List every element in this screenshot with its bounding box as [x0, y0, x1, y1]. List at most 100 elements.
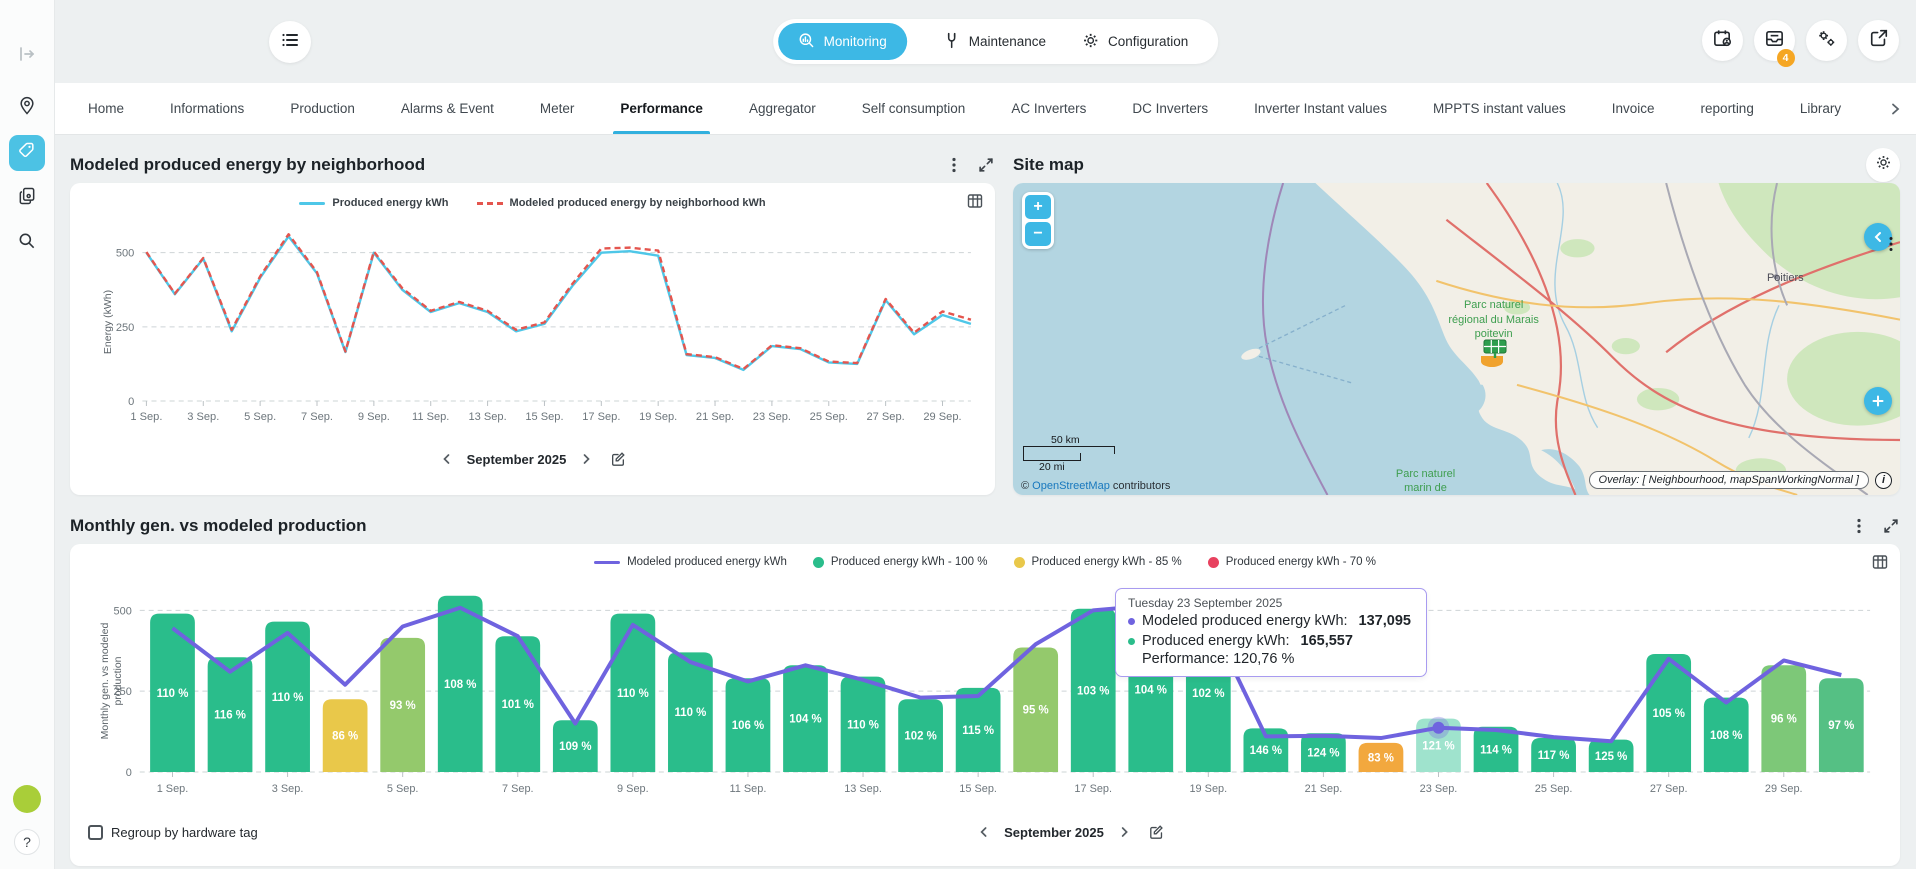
svg-text:27 Sep.: 27 Sep. — [1650, 783, 1688, 795]
tab-monitoring[interactable]: Monitoring — [778, 23, 907, 60]
svg-text:3 Sep.: 3 Sep. — [272, 783, 304, 795]
map-scale-km-label: 50 km — [1051, 434, 1115, 446]
svg-text:25 Sep.: 25 Sep. — [810, 411, 848, 423]
top-header: Monitoring Maintenance Configuration 4 — [55, 0, 1916, 83]
tab-meter[interactable]: Meter — [517, 83, 598, 134]
nav-overflow-chevron[interactable] — [1884, 83, 1906, 134]
sidebar-item-saved[interactable] — [9, 180, 45, 216]
sidebar-item-search[interactable] — [9, 225, 45, 261]
svg-text:19 Sep.: 19 Sep. — [1189, 783, 1227, 795]
svg-text:110 %: 110 % — [847, 719, 879, 731]
svg-text:116 %: 116 % — [214, 710, 246, 722]
legend-produced-label: Produced energy kWh — [332, 197, 448, 209]
tab-aggregator[interactable]: Aggregator — [726, 83, 839, 134]
monthly-ylabel: Monthly gen. vs modeled production — [99, 611, 125, 751]
tab-inverter-instant-values[interactable]: Inverter Instant values — [1231, 83, 1410, 134]
monthly-edit-date-icon[interactable] — [1148, 824, 1164, 840]
monthly-legend: Modeled produced energy kWh Produced ene… — [84, 556, 1886, 568]
svg-text:95 %: 95 % — [1023, 705, 1049, 717]
tooltip-produced-label: Produced energy kWh: — [1142, 632, 1290, 652]
settings-button[interactable] — [1806, 20, 1847, 61]
tab-self-consumption[interactable]: Self consumption — [839, 83, 989, 134]
monthly-next-month-icon[interactable] — [1116, 826, 1132, 838]
tab-reporting[interactable]: reporting — [1678, 83, 1777, 134]
monthly-date-label[interactable]: September 2025 — [1004, 825, 1104, 840]
energy-edit-date-icon[interactable] — [610, 451, 626, 467]
svg-text:1 Sep.: 1 Sep. — [157, 783, 189, 795]
svg-text:115 %: 115 % — [962, 725, 994, 737]
sidebar-item-tags[interactable] — [9, 135, 45, 171]
energy-chart-svg[interactable]: 02505001 Sep.3 Sep.5 Sep.7 Sep.9 Sep.11 … — [94, 209, 981, 439]
chart-tooltip: Tuesday 23 September 2025 Modeled produc… — [1115, 588, 1427, 677]
panel-map: Site map — [1013, 147, 1900, 495]
regroup-checkbox[interactable] — [88, 825, 103, 840]
legend-70-swatch — [1208, 557, 1219, 568]
inbox-badge: 4 — [1777, 49, 1795, 67]
energy-menu-dots-icon[interactable] — [945, 156, 963, 174]
tab-performance[interactable]: Performance — [597, 83, 726, 134]
monthly-menu-dots-icon[interactable] — [1850, 517, 1868, 535]
legend-100-swatch — [813, 557, 824, 568]
energy-next-month-icon[interactable] — [578, 453, 594, 465]
help-button[interactable]: ? — [14, 829, 40, 855]
svg-text:11 Sep.: 11 Sep. — [412, 411, 449, 423]
calendar-button[interactable] — [1702, 20, 1743, 61]
tab-maintenance[interactable]: Maintenance — [943, 32, 1046, 52]
list-button[interactable] — [269, 21, 311, 63]
tag-icon — [17, 141, 37, 166]
svg-text:19 Sep.: 19 Sep. — [639, 411, 677, 423]
energy-prev-month-icon[interactable] — [439, 453, 455, 465]
left-sidebar: ? — [0, 0, 55, 869]
osm-link[interactable]: OpenStreetMap — [1032, 480, 1110, 492]
tab-configuration[interactable]: Configuration — [1082, 32, 1188, 52]
help-label: ? — [23, 834, 31, 850]
svg-text:93 %: 93 % — [390, 700, 416, 712]
svg-text:110 %: 110 % — [675, 707, 707, 719]
svg-text:117 %: 117 % — [1538, 750, 1570, 762]
open-external-button[interactable] — [1858, 20, 1899, 61]
tab-informations[interactable]: Informations — [147, 83, 267, 134]
sidebar-item-location[interactable] — [9, 90, 45, 126]
svg-text:124 %: 124 % — [1307, 748, 1339, 760]
svg-text:25 Sep.: 25 Sep. — [1535, 783, 1573, 795]
energy-table-view-icon[interactable] — [967, 193, 983, 209]
svg-text:0: 0 — [128, 396, 134, 408]
inbox-button[interactable]: 4 — [1754, 20, 1795, 61]
svg-text:17 Sep.: 17 Sep. — [1074, 783, 1112, 795]
svg-text:9 Sep.: 9 Sep. — [358, 411, 390, 423]
external-link-icon — [1869, 28, 1889, 53]
map-add-button[interactable] — [1864, 387, 1892, 415]
svg-text:21 Sep.: 21 Sep. — [1305, 783, 1343, 795]
tab-production[interactable]: Production — [267, 83, 378, 134]
svg-text:23 Sep.: 23 Sep. — [753, 411, 791, 423]
tab-invoice[interactable]: Invoice — [1589, 83, 1678, 134]
energy-date-label[interactable]: September 2025 — [467, 452, 567, 467]
tooltip-performance: Performance: 120,76 % — [1142, 651, 1414, 667]
tab-library[interactable]: Library — [1777, 83, 1864, 134]
regroup-control[interactable]: Regroup by hardware tag — [88, 825, 258, 840]
zoom-out-button[interactable]: − — [1025, 222, 1051, 246]
tooltip-produced-dot — [1128, 638, 1135, 645]
map-menu-dots-icon[interactable] — [1883, 235, 1899, 253]
site-map-canvas[interactable] — [1013, 183, 1900, 495]
calendar-user-icon — [1712, 28, 1733, 54]
legend-85-swatch — [1014, 557, 1025, 568]
svg-text:500: 500 — [116, 248, 134, 260]
map-settings-button[interactable] — [1866, 148, 1900, 182]
map-info-icon[interactable]: i — [1875, 472, 1892, 489]
panel-energy: Modeled produced energy by neighborhood — [70, 147, 995, 495]
tab-mppts-instant-values[interactable]: MPPTS instant values — [1410, 83, 1589, 134]
expand-right-icon[interactable] — [17, 44, 37, 64]
copy-save-icon — [17, 186, 37, 211]
tab-ac-inverters[interactable]: AC Inverters — [988, 83, 1109, 134]
svg-text:0: 0 — [126, 767, 132, 779]
tab-alarms-event[interactable]: Alarms & Event — [378, 83, 517, 134]
tab-dc-inverters[interactable]: DC Inverters — [1109, 83, 1231, 134]
monthly-expand-icon[interactable] — [1882, 517, 1900, 535]
zoom-in-button[interactable]: + — [1025, 195, 1051, 219]
legend-line-label: Modeled produced energy kWh — [627, 556, 787, 568]
monthly-chart-svg[interactable]: 02505001 Sep.3 Sep.5 Sep.7 Sep.9 Sep.11 … — [94, 568, 1886, 808]
tab-home[interactable]: Home — [65, 83, 147, 134]
monthly-prev-month-icon[interactable] — [976, 826, 992, 838]
energy-expand-icon[interactable] — [977, 156, 995, 174]
